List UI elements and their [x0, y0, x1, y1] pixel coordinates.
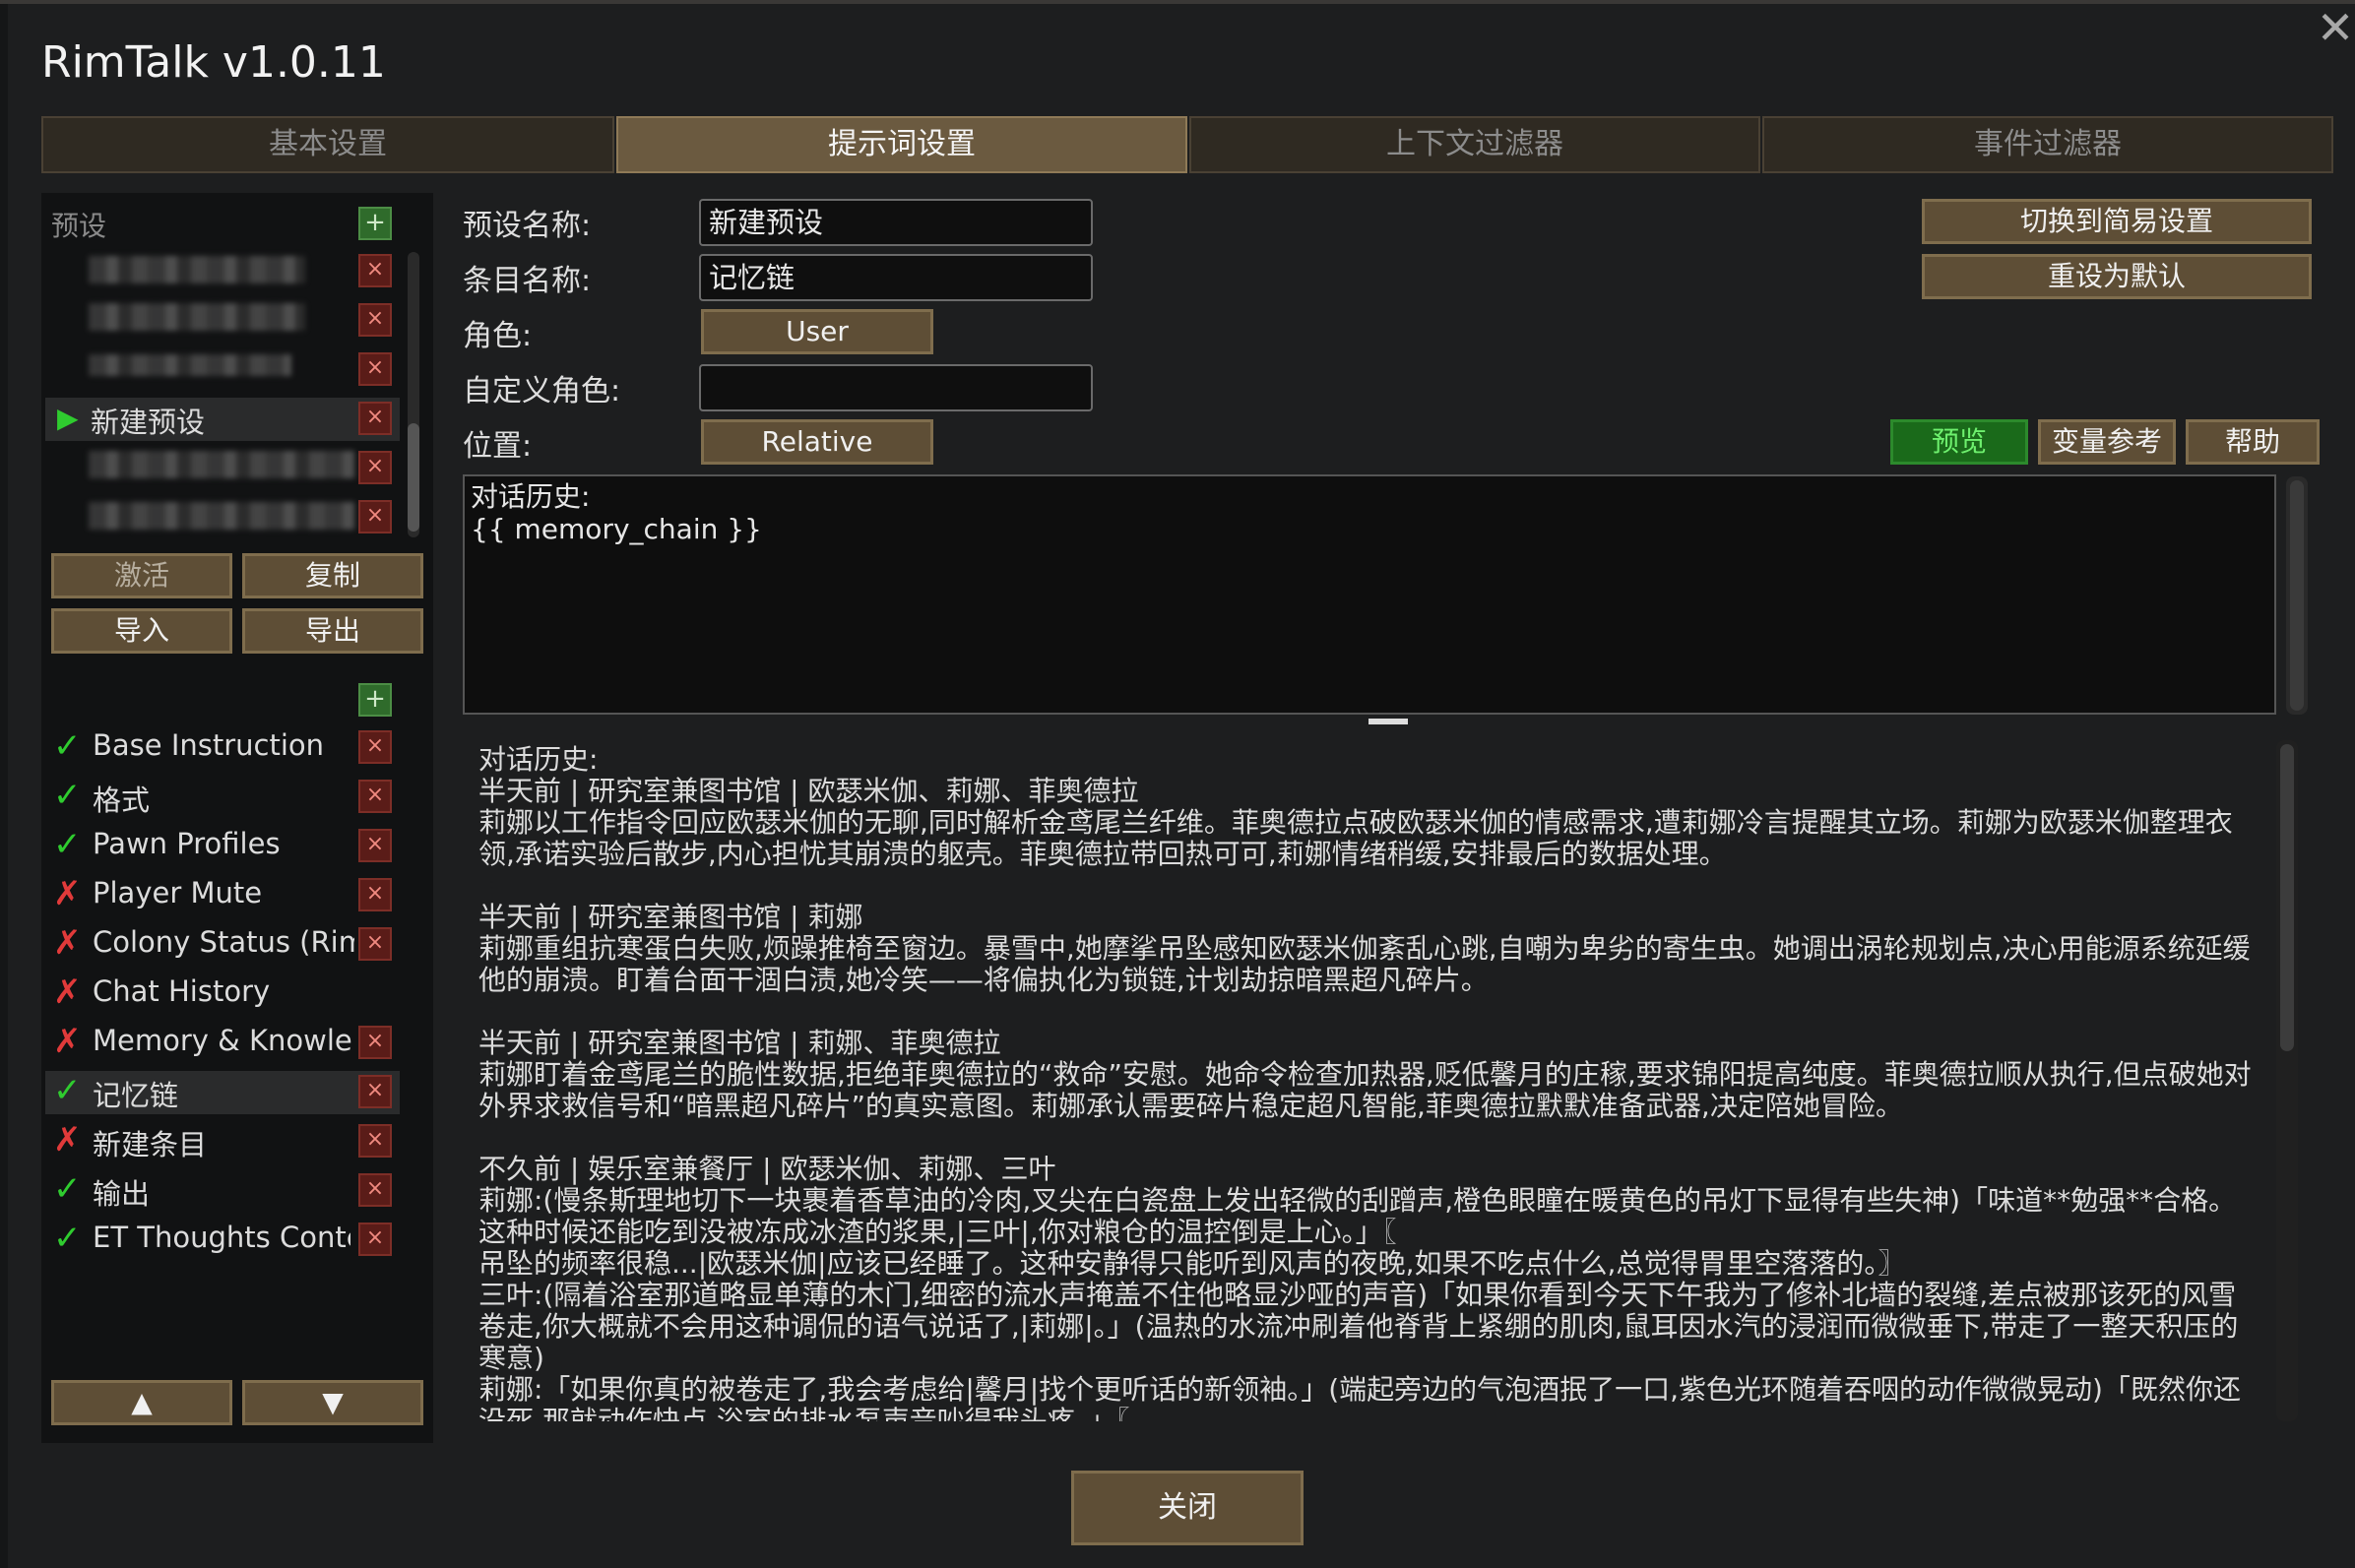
- entry-item-label[interactable]: Memory & Knowledg: [93, 1024, 352, 1057]
- reset-default-button[interactable]: 重设为默认: [1922, 254, 2312, 299]
- delete-entry-button[interactable]: ×: [358, 878, 392, 911]
- preset-item-blurred[interactable]: [89, 303, 305, 331]
- play-icon: ▶: [57, 402, 79, 434]
- delete-entry-button[interactable]: ×: [358, 1173, 392, 1207]
- presets-scroll-thumb[interactable]: [408, 423, 419, 532]
- preview-line: 三叶:(隔着浴室那道略显单薄的木门,细密的流水声掩盖不住他略显沙哑的声音)「如果…: [478, 1279, 2239, 1374]
- add-preset-button[interactable]: +: [358, 207, 392, 240]
- close-button[interactable]: 关闭: [1071, 1471, 1304, 1545]
- entry-item-label[interactable]: 记忆链: [93, 1073, 349, 1114]
- preview-line: 对话历史:: [478, 744, 599, 776]
- preview-output: 对话历史: 半天前 | 研究室兼图书馆 | 欧瑟米伽、莉娜、菲奥德拉 莉娜以工作…: [478, 744, 2260, 1421]
- preset-name-field[interactable]: 新建预设: [699, 199, 1093, 246]
- position-dropdown[interactable]: Relative: [701, 419, 933, 465]
- preview-line: 莉娜以工作指令回应欧瑟米伽的无聊,同时解析金鸢尾兰纤维。菲奥德拉点破欧瑟米伽的情…: [478, 806, 2233, 870]
- delete-entry-button[interactable]: ×: [358, 1223, 392, 1256]
- export-button[interactable]: 导出: [242, 608, 423, 654]
- delete-entry-button[interactable]: ×: [358, 1124, 392, 1158]
- import-button[interactable]: 导入: [51, 608, 232, 654]
- custom-role-label: 自定义角色:: [463, 374, 621, 408]
- entry-name-field[interactable]: 记忆链: [699, 254, 1093, 301]
- entry-name-label: 条目名称:: [463, 264, 592, 298]
- tab-event-filter[interactable]: 事件过滤器: [1762, 116, 2333, 173]
- delete-preset-button[interactable]: ×: [358, 254, 392, 287]
- delete-entry-button[interactable]: ×: [358, 1075, 392, 1108]
- position-label: 位置:: [463, 429, 533, 464]
- delete-preset-button[interactable]: ×: [358, 352, 392, 386]
- delete-entry-button[interactable]: ×: [358, 1026, 392, 1059]
- window-title: RimTalk v1.0.11: [41, 37, 386, 88]
- preview-gap: [478, 1122, 2260, 1154]
- delete-entry-button[interactable]: ×: [358, 829, 392, 862]
- close-icon[interactable]: ✕: [2316, 5, 2355, 50]
- preview-line: 莉娜盯着金鸢尾兰的脆性数据,拒绝菲奥德拉的“救命”安慰。她命令检查加热器,贬低馨…: [478, 1058, 2252, 1122]
- preset-item-blurred[interactable]: [89, 502, 354, 530]
- check-icon[interactable]: ✓: [53, 728, 82, 764]
- entry-item-label[interactable]: ET Thoughts Contex: [93, 1221, 350, 1254]
- preview-gap: [478, 870, 2260, 902]
- entry-item-label[interactable]: 格式: [93, 778, 349, 819]
- preview-line: 莉娜重组抗寒蛋白失败,烦躁推椅至窗边。暴雪中,她摩挲吊坠感知欧瑟米伽紊乱心跳,自…: [478, 932, 2251, 996]
- check-icon[interactable]: ✓: [53, 778, 82, 813]
- cross-icon[interactable]: ✗: [53, 1122, 82, 1158]
- delete-entry-button[interactable]: ×: [358, 780, 392, 813]
- custom-role-field[interactable]: [699, 364, 1093, 411]
- copy-button[interactable]: 复制: [242, 553, 423, 598]
- preset-item-label: 新建预设: [91, 406, 206, 439]
- prompt-content-editor[interactable]: 对话历史: {{ memory_chain }}: [463, 474, 2276, 715]
- entry-item-label[interactable]: Pawn Profiles: [93, 827, 349, 860]
- cross-icon[interactable]: ✗: [53, 1024, 82, 1059]
- add-entry-button[interactable]: +: [358, 683, 392, 717]
- preset-item-blurred[interactable]: [89, 256, 305, 283]
- presets-header: 预设: [51, 210, 107, 242]
- tab-context-filter[interactable]: 上下文过滤器: [1189, 116, 1760, 173]
- check-icon[interactable]: ✓: [53, 827, 82, 862]
- cross-icon[interactable]: ✗: [53, 876, 82, 911]
- preview-line: 半天前 | 研究室兼图书馆 | 欧瑟米伽、莉娜、菲奥德拉: [478, 775, 1139, 807]
- preview-line: 半天前 | 研究室兼图书馆 | 莉娜: [478, 901, 863, 933]
- move-down-button[interactable]: ▼: [242, 1380, 423, 1425]
- move-up-button[interactable]: ▲: [51, 1380, 232, 1425]
- role-dropdown[interactable]: User: [701, 309, 933, 354]
- entry-item-label[interactable]: Base Instruction: [93, 728, 349, 762]
- activate-button[interactable]: 激活: [51, 553, 232, 598]
- entry-item-label[interactable]: 新建条目: [93, 1122, 349, 1163]
- check-icon[interactable]: ✓: [53, 1073, 82, 1108]
- delete-preset-button[interactable]: ×: [358, 303, 392, 337]
- variable-reference-button[interactable]: 变量参考: [2038, 419, 2176, 465]
- preview-line: 莉娜:(慢条斯理地切下一块裹着香草油的冷肉,叉尖在白瓷盘上发出轻微的刮蹭声,橙色…: [478, 1184, 2237, 1248]
- editor-scroll-thumb[interactable]: [2290, 480, 2304, 711]
- entry-item-label[interactable]: Colony Status (RimTa: [93, 925, 354, 959]
- entry-item-label[interactable]: Player Mute: [93, 876, 349, 909]
- role-label: 角色:: [463, 319, 533, 353]
- preview-line: 吊坠的频率很稳...|欧瑟米伽|应该已经睡了。这种安静得只能听到风声的夜晚,如果…: [478, 1247, 1906, 1280]
- resize-handle[interactable]: [1368, 719, 1408, 724]
- check-icon[interactable]: ✓: [53, 1221, 82, 1256]
- preview-line: 半天前 | 研究室兼图书馆 | 莉娜、菲奥德拉: [478, 1027, 1001, 1059]
- delete-preset-button[interactable]: ×: [358, 451, 392, 484]
- cross-icon[interactable]: ✗: [53, 925, 82, 961]
- delete-preset-button[interactable]: ×: [358, 500, 392, 533]
- preview-gap: [478, 996, 2260, 1028]
- preview-scroll-thumb[interactable]: [2280, 744, 2294, 1051]
- preset-name-label: 预设名称:: [463, 209, 592, 243]
- preview-line: 不久前 | 娱乐室兼餐厅 | 欧瑟米伽、莉娜、三叶: [478, 1153, 1056, 1185]
- delete-entry-button[interactable]: ×: [358, 927, 392, 961]
- preset-item-blurred[interactable]: [89, 451, 354, 478]
- check-icon[interactable]: ✓: [53, 1171, 82, 1207]
- preview-button[interactable]: 预览: [1890, 419, 2028, 465]
- cross-icon[interactable]: ✗: [53, 974, 82, 1010]
- preview-line: 莉娜:「如果你真的被卷走了,我会考虑给|馨月|找个更听话的新领袖。」(端起旁边的…: [478, 1373, 2241, 1422]
- switch-simple-settings-button[interactable]: 切换到简易设置: [1922, 199, 2312, 244]
- entry-item-label[interactable]: 输出: [93, 1171, 349, 1213]
- entry-item-label[interactable]: Chat History: [93, 974, 349, 1008]
- delete-entry-button[interactable]: ×: [358, 730, 392, 764]
- tab-prompt-settings[interactable]: 提示词设置: [616, 116, 1187, 173]
- tab-basic-settings[interactable]: 基本设置: [41, 116, 614, 173]
- preset-item-blurred[interactable]: [89, 354, 291, 376]
- delete-preset-button[interactable]: ×: [358, 402, 392, 435]
- help-button[interactable]: 帮助: [2186, 419, 2320, 465]
